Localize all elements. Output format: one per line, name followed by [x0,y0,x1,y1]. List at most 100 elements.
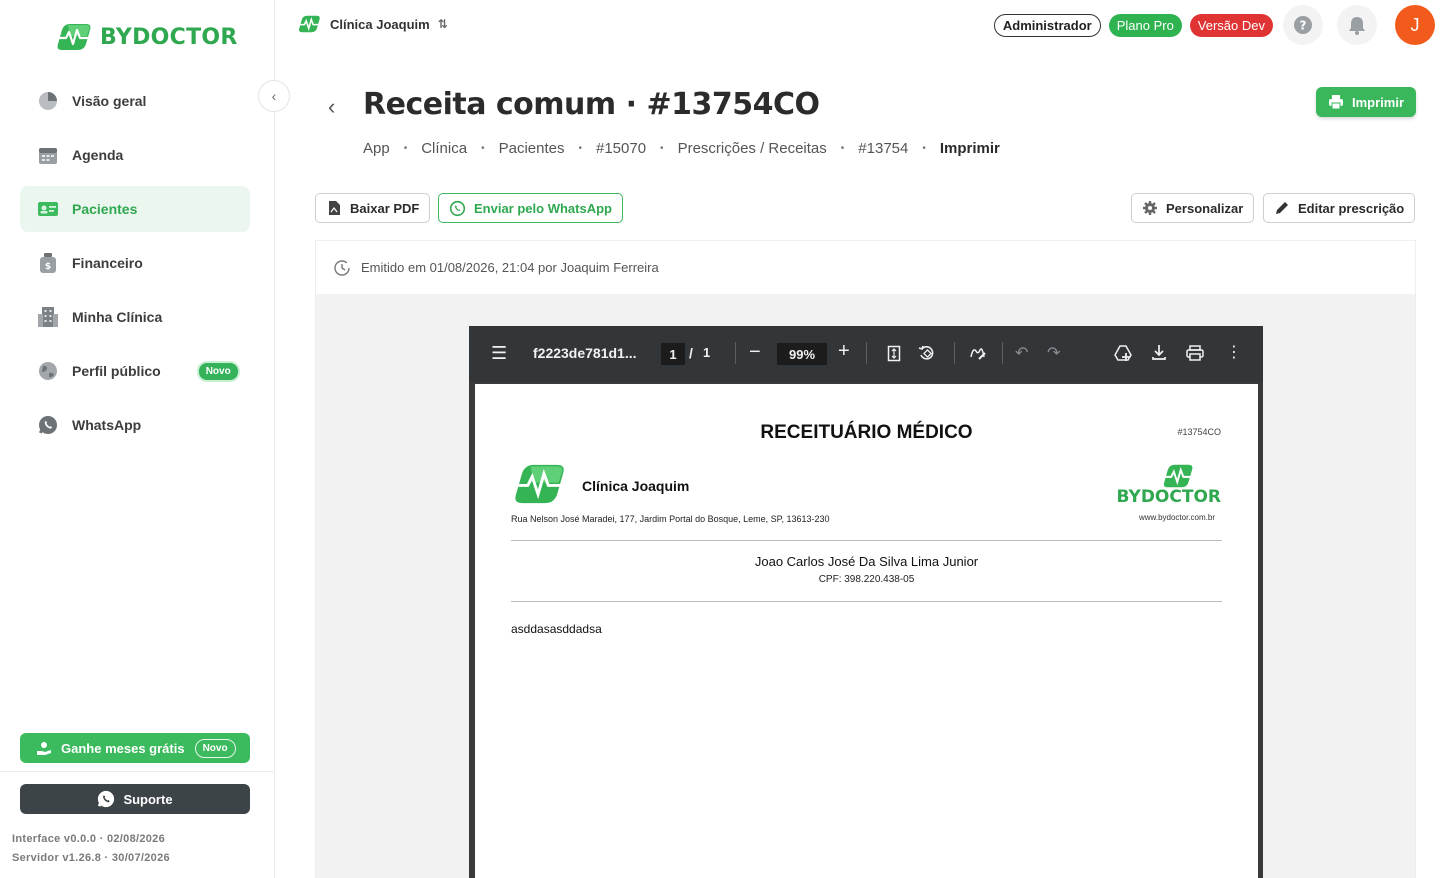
document-brand-url: www.bydoctor.com.br [1138,513,1215,522]
interface-version: Interface v0.0.0 · 02/08/2026 [12,833,166,845]
whatsapp-icon [37,414,59,436]
plan-badge[interactable]: Plano Pro [1108,13,1182,37]
breadcrumb-item[interactable]: Prescrições / Receitas [678,140,827,157]
bell-icon [1349,17,1365,35]
free-months-promo-button[interactable]: Ganhe meses grátis Novo [20,733,250,763]
more-options-icon[interactable]: ⋮ [1226,342,1242,362]
breadcrumb-separator: • [403,143,408,154]
heartbeat-logo-icon [57,24,92,50]
print-label: Imprimir [1351,94,1404,110]
brand-name: BYDOCTOR [100,24,238,50]
toolbar-divider [735,342,736,364]
breadcrumb-item[interactable]: #15070 [596,140,646,157]
redo-icon[interactable]: ↷ [1047,343,1060,363]
back-button[interactable]: ‹ [328,94,335,120]
pdf-file-icon [329,201,340,215]
save-to-drive-icon[interactable] [1114,344,1132,362]
breadcrumb: App • Clínica • Pacientes • #15070 • Prescri… [363,140,1000,157]
pdf-total-pages: 1 [703,345,711,360]
sidebar-item-label: Pacientes [72,201,138,217]
calendar-icon [37,144,59,166]
clinic-name: Clínica Joaquim [330,16,430,32]
breadcrumb-separator: • [660,143,664,154]
printer-icon [1328,95,1343,110]
undo-icon[interactable]: ↶ [1015,343,1028,363]
sidebar-item-label: Minha Clínica [72,309,163,325]
breadcrumb-item[interactable]: Clínica [421,140,467,157]
role-badge: Administrador [993,13,1101,37]
svg-text:?: ? [1300,19,1307,33]
download-pdf-button[interactable]: Baixar PDF [315,193,431,223]
print-button[interactable]: Imprimir [1315,87,1416,117]
gift-hand-icon [37,742,51,755]
sidebar-nav: Visão geral Agenda Pacientes $ Financeir… [20,78,250,456]
sidebar-item-label: WhatsApp [72,417,142,433]
sidebar-item-visao-geral[interactable]: Visão geral [20,78,250,124]
chevron-left-icon: ‹ [328,94,336,119]
svg-text:$: $ [45,262,51,272]
user-avatar[interactable]: J [1395,5,1435,45]
annotate-icon[interactable] [969,345,987,361]
sidebar-item-pacientes[interactable]: Pacientes [20,186,250,232]
fit-page-icon[interactable] [887,345,901,362]
notifications-button[interactable] [1337,5,1377,45]
toolbar-divider [866,342,867,364]
breadcrumb-separator: • [840,143,845,154]
document-patient-cpf: CPF: 398.220.438-05 [818,574,915,585]
breadcrumb-current: Imprimir [939,140,1000,157]
send-whatsapp-button[interactable]: Enviar pelo WhatsApp [438,193,623,223]
brand-logo[interactable]: BYDOCTOR [56,22,238,52]
sidebar-item-financeiro[interactable]: $ Financeiro [20,240,250,286]
sidebar-item-agenda[interactable]: Agenda [20,132,250,178]
environment-badge: Versão Dev [1189,13,1273,37]
pencil-icon [1276,202,1288,214]
pdf-toolbar: ☰ f2223de781d1... 1 / 1 − 99% + ↶ ↷ ⋮ [469,326,1263,382]
app-root: BYDOCTOR Visão geral Agenda Pacientes $ … [0,0,1455,878]
server-version: Servidor v1.26.8 · 30/07/2026 [12,852,170,864]
zoom-in-icon[interactable]: + [838,340,850,363]
sidebar-item-label: Agenda [72,147,124,163]
download-icon[interactable] [1151,344,1167,361]
document-patient-name: Joao Carlos José Da Silva Lima Junior [754,554,979,569]
swap-arrows-icon: ⇅ [437,17,448,31]
pdf-page-separator: / [689,345,693,361]
rotate-icon[interactable] [918,344,936,362]
document-divider [511,540,1222,541]
clinic-switcher[interactable]: Clínica Joaquim ⇅ [298,14,448,34]
print-icon[interactable] [1186,345,1204,361]
pdf-page-input[interactable]: 1 [661,343,685,365]
customize-button[interactable]: Personalizar [1131,193,1255,223]
support-button[interactable]: Suporte [20,784,250,814]
money-bag-icon: $ [37,252,59,274]
sidebar-item-label: Perfil público [72,363,161,379]
sidebar-item-perfil-publico[interactable]: Perfil público Novo [20,348,250,394]
pdf-menu-icon[interactable]: ☰ [491,343,507,364]
support-label: Suporte [123,791,173,807]
document-clinic-address: Rua Nelson José Maradei, 177, Jardim Por… [511,514,830,524]
breadcrumb-item[interactable]: Pacientes [499,140,565,157]
help-icon: ? [1294,16,1312,34]
promo-label: Ganhe meses grátis [61,740,185,756]
edit-prescription-button[interactable]: Editar prescrição [1263,193,1416,223]
breadcrumb-separator: • [922,143,926,154]
breadcrumb-item[interactable]: App [363,140,390,157]
document-body-text: asddasasddadsa [511,622,602,636]
send-whatsapp-label: Enviar pelo WhatsApp [474,200,612,216]
whatsapp-icon [449,200,466,216]
help-button[interactable]: ? [1283,5,1323,45]
new-badge: Novo [194,738,236,758]
zoom-out-icon[interactable]: − [749,341,761,364]
gear-icon [1143,201,1157,215]
document-code: #13754CO [1177,427,1221,437]
breadcrumb-item[interactable]: #13754 [858,140,908,157]
pdf-viewer: ☰ f2223de781d1... 1 / 1 − 99% + ↶ ↷ ⋮ RE… [469,326,1263,878]
download-pdf-label: Baixar PDF [350,200,420,216]
pie-chart-icon [37,90,59,112]
new-badge: Novo [196,360,240,382]
sidebar-item-whatsapp[interactable]: WhatsApp [20,402,250,448]
sidebar-item-minha-clinica[interactable]: Minha Clínica [20,294,250,340]
building-icon [37,306,59,328]
breadcrumb-separator: • [481,143,485,154]
pdf-zoom-input[interactable]: 99% [777,343,827,365]
collapse-sidebar-button[interactable]: ‹ [258,80,290,112]
